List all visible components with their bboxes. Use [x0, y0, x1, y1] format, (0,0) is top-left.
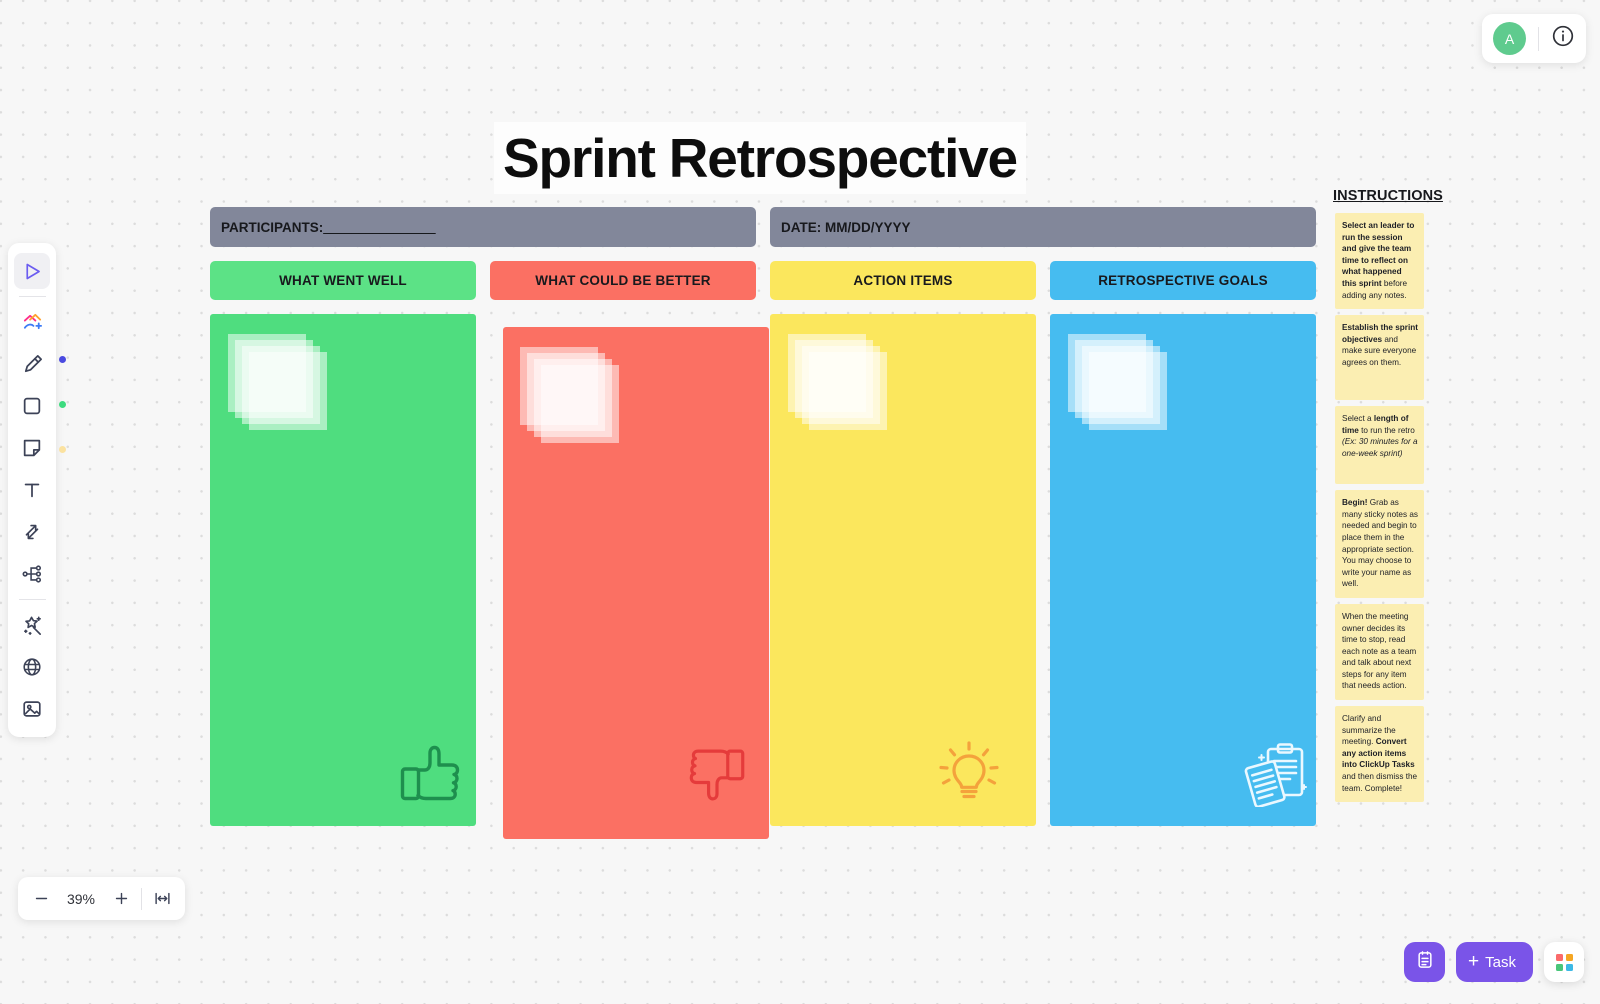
zoom-in-button[interactable]: [104, 882, 138, 916]
date-value: MM/DD/YYYY: [825, 219, 911, 235]
pen-icon: [21, 353, 44, 376]
connector-tool[interactable]: [14, 304, 50, 340]
add-task-label: Task: [1485, 953, 1516, 971]
column-header-what-went-well[interactable]: WHAT WENT WELL: [210, 261, 476, 300]
magic-tool[interactable]: [14, 607, 50, 643]
arrows-icon: [21, 521, 43, 543]
topbar-divider: [1538, 26, 1539, 51]
date-field[interactable]: DATE: MM/DD/YYYY: [770, 207, 1316, 247]
plus-icon: +: [1468, 951, 1480, 972]
sticky-note-stack[interactable]: [1068, 334, 1168, 430]
thumbs-down-icon: [687, 746, 747, 809]
sticky-note-stack[interactable]: [520, 347, 620, 443]
add-task-button[interactable]: + Task: [1456, 942, 1533, 982]
embed-tool[interactable]: [14, 649, 50, 685]
column-panel-what-went-well[interactable]: [210, 314, 476, 826]
instructions-notes-list: Select an leader to run the session and …: [1335, 213, 1424, 808]
fit-to-screen-button[interactable]: [145, 882, 179, 916]
globe-icon: [21, 656, 43, 678]
toolbar-divider: [18, 599, 46, 600]
instruction-note[interactable]: Establish the sprint objectives and make…: [1335, 315, 1424, 401]
sticky-note-icon: [21, 437, 43, 459]
image-tool[interactable]: [14, 691, 50, 727]
left-toolbar: [8, 243, 56, 737]
arrow-tool[interactable]: [14, 514, 50, 550]
square-icon: [21, 395, 43, 417]
board-title-band: Sprint Retrospective: [494, 122, 1026, 194]
text-icon: [21, 479, 43, 501]
instruction-note[interactable]: Select a length of time to run the retro…: [1335, 406, 1424, 485]
info-icon[interactable]: [1551, 24, 1575, 53]
column-panel-retrospective-goals[interactable]: [1050, 314, 1316, 826]
column-header-label: ACTION ITEMS: [853, 273, 953, 288]
image-icon: [21, 698, 43, 720]
mindmap-icon: [21, 563, 43, 585]
sticky-note-stack[interactable]: [788, 334, 888, 430]
sticky-note-stack[interactable]: [228, 334, 328, 430]
zoom-out-button[interactable]: [24, 882, 58, 916]
sticky-note[interactable]: [1089, 352, 1167, 430]
sticky-note[interactable]: [249, 352, 327, 430]
thumbs-up-icon: [398, 742, 462, 809]
instruction-note[interactable]: Begin! Grab as many sticky notes as need…: [1335, 490, 1424, 598]
notepad-icon: [1415, 950, 1435, 975]
top-right-bar: A: [1482, 14, 1586, 63]
column-header-label: WHAT WENT WELL: [279, 273, 407, 288]
sticky-note[interactable]: [809, 352, 887, 430]
instruction-note[interactable]: Select an leader to run the session and …: [1335, 213, 1424, 310]
pen-tool[interactable]: [14, 346, 50, 382]
participants-field[interactable]: PARTICIPANTS: ________________: [210, 207, 756, 247]
instruction-note[interactable]: Clarify and summarize the meeting. Conve…: [1335, 706, 1424, 803]
bottom-right-bar: + Task: [1404, 942, 1584, 982]
lightbulb-icon: [938, 739, 1000, 808]
instructions-title: INSTRUCTIONS: [1333, 188, 1443, 204]
connector-icon: [21, 311, 44, 334]
apps-grid-icon: [1555, 953, 1573, 971]
notepad-button[interactable]: [1404, 942, 1446, 982]
clipboard-notes-icon: [1236, 741, 1310, 812]
instruction-note[interactable]: When the meeting owner decides its time …: [1335, 603, 1424, 701]
mindmap-tool[interactable]: [14, 556, 50, 592]
avatar[interactable]: A: [1493, 22, 1526, 55]
column-header-label: RETROSPECTIVE GOALS: [1098, 273, 1268, 288]
column-header-action-items[interactable]: ACTION ITEMS: [770, 261, 1036, 300]
participants-label: PARTICIPANTS:: [221, 219, 324, 235]
zoom-controls: 39%: [18, 877, 185, 920]
shape-tool[interactable]: [14, 388, 50, 424]
color-dot-yellow[interactable]: [59, 446, 66, 453]
column-panel-what-could-be-better[interactable]: [503, 327, 769, 839]
apps-grid-button[interactable]: [1544, 942, 1584, 982]
column-panel-action-items[interactable]: [770, 314, 1036, 826]
color-dot-green[interactable]: [59, 401, 66, 408]
participants-value: ________________: [323, 219, 436, 235]
column-header-what-could-be-better[interactable]: WHAT COULD BE BETTER: [490, 261, 756, 300]
column-header-retrospective-goals[interactable]: RETROSPECTIVE GOALS: [1050, 261, 1316, 300]
zoom-divider: [141, 887, 142, 910]
cursor-icon: [22, 261, 43, 282]
select-tool[interactable]: [14, 253, 50, 289]
magic-wand-icon: [21, 614, 44, 637]
zoom-level-value: 39%: [66, 890, 96, 907]
sticky-note-tool[interactable]: [14, 430, 50, 466]
sticky-note[interactable]: [541, 365, 619, 443]
text-tool[interactable]: [14, 472, 50, 508]
column-header-label: WHAT COULD BE BETTER: [535, 273, 711, 288]
date-label: DATE:: [781, 219, 822, 235]
page-title: Sprint Retrospective: [503, 127, 1018, 189]
avatar-initial: A: [1504, 30, 1515, 47]
toolbar-divider: [18, 296, 46, 297]
color-dot-blue[interactable]: [59, 356, 66, 363]
